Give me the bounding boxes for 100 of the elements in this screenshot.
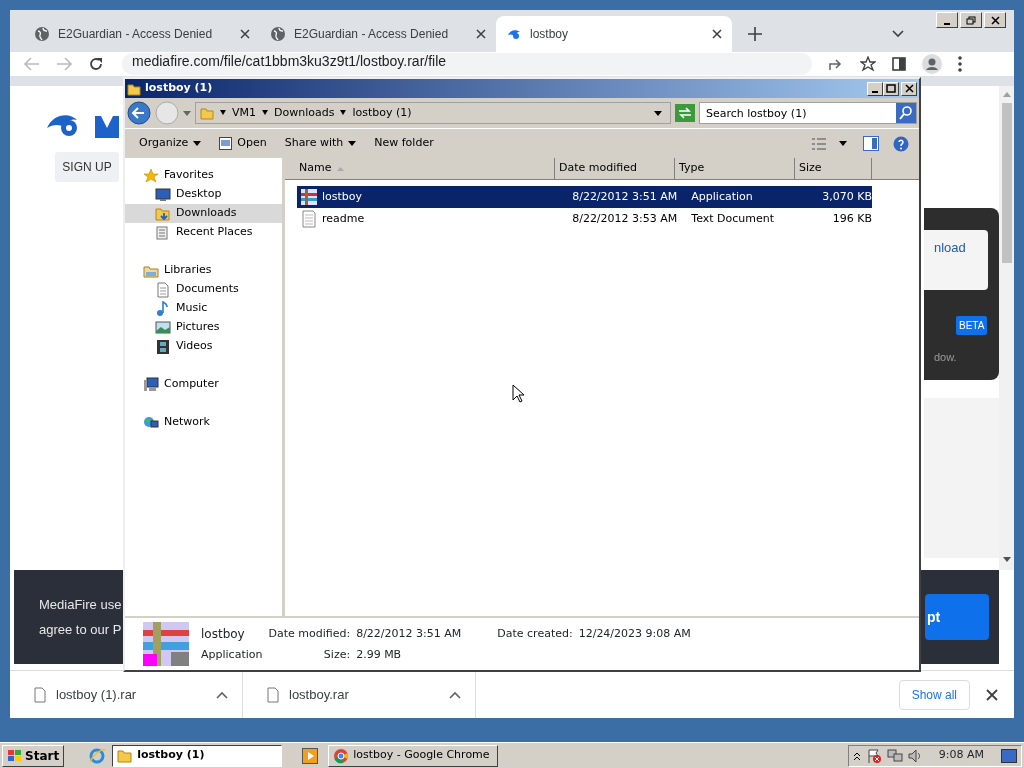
preview-pane-icon[interactable] [863, 136, 879, 151]
start-button[interactable]: Start [2, 744, 65, 767]
window-icon [219, 137, 233, 150]
nav-item[interactable]: Recent Places [125, 223, 282, 242]
command-button[interactable]: Open [211, 132, 275, 155]
tab-search-icon[interactable] [892, 30, 904, 38]
caret-icon[interactable] [340, 110, 347, 116]
clock: 9:08 AM [938, 747, 984, 764]
caret-icon[interactable] [220, 110, 226, 116]
search-icon[interactable] [896, 103, 916, 123]
window-button[interactable] [936, 12, 958, 28]
chrome-style-icon [333, 747, 350, 764]
window-button[interactable] [883, 81, 899, 96]
command-button[interactable]: Share with [276, 132, 365, 155]
window-button[interactable] [984, 12, 1006, 28]
close-icon[interactable] [986, 688, 998, 701]
column-header[interactable]: Date modified [555, 158, 675, 179]
window-button[interactable] [901, 81, 917, 96]
detail-value: 2.99 MB [356, 646, 403, 663]
back-icon[interactable] [127, 101, 151, 125]
beta-label: BETA [956, 316, 988, 335]
close-icon[interactable] [476, 29, 486, 39]
menu-icon[interactable] [958, 56, 962, 72]
nav-item[interactable]: Documents [125, 280, 282, 299]
command-button[interactable]: Organize [131, 132, 210, 155]
detail-value: 12/24/2023 9:08 AM [578, 625, 691, 642]
scrollbar[interactable] [999, 86, 1014, 570]
breadcrumb-item[interactable]: Downloads [274, 104, 335, 122]
nav-group[interactable]: Favorites [125, 166, 282, 185]
download-name: lostboy (1).rar [56, 685, 138, 704]
expand-icon[interactable] [852, 750, 861, 761]
show-all-button[interactable]: Show all [898, 679, 970, 710]
taskbar-button[interactable]: lostboy - Google Chrome [328, 744, 499, 767]
scrollbar-thumb[interactable] [1001, 103, 1012, 263]
file-row[interactable]: readme 8/22/2012 3:53 AM Text Document 196 KB [297, 208, 872, 230]
nav-group[interactable]: Libraries [125, 261, 282, 280]
close-icon[interactable] [712, 29, 722, 39]
scroll-down-icon[interactable] [1002, 557, 1011, 562]
help-icon[interactable] [893, 135, 909, 152]
caret-icon[interactable] [262, 110, 268, 116]
desktop-icon[interactable] [1001, 748, 1017, 763]
media-player-icon[interactable] [302, 747, 319, 764]
caret-icon[interactable] [839, 141, 847, 146]
new-tab-icon[interactable] [748, 27, 762, 41]
column-header[interactable]: Size [795, 158, 872, 179]
restore-icon [966, 15, 976, 25]
address-bar[interactable]: mediafire.com/file/cat1bbm3ku3z9t1/lostboy.rar/file [122, 53, 812, 75]
breadcrumb-item[interactable]: lostboy (1) [352, 104, 412, 122]
text-file-icon [300, 210, 318, 228]
download-button[interactable]: nload [924, 230, 988, 290]
reload-icon[interactable] [88, 56, 104, 72]
nav-group[interactable]: Computer [125, 375, 282, 394]
address-bar[interactable]: VM1 Downloads lostboy (1) [195, 102, 671, 124]
nav-item[interactable]: Pictures [125, 318, 282, 337]
profile-icon[interactable] [922, 54, 942, 74]
nav-item[interactable]: Music [125, 299, 282, 318]
taskbar-button[interactable]: lostboy (1) [112, 744, 283, 767]
close-icon[interactable] [240, 29, 250, 39]
url-text: mediafire.com/file/cat1bbm3ku3z9t1/lostboy.rar/file [132, 53, 447, 70]
caret-icon[interactable] [449, 690, 461, 699]
close-icon [990, 15, 1000, 25]
search-box[interactable]: Search lostboy (1) [699, 102, 917, 124]
flag-icon[interactable] [865, 747, 882, 764]
sort-icon [337, 166, 345, 171]
nav-group[interactable]: Network [125, 413, 282, 432]
accept-button[interactable]: pt [925, 594, 989, 640]
star-icon[interactable] [860, 56, 876, 72]
command-button[interactable]: New folder [366, 132, 442, 155]
minimize-icon [872, 90, 878, 93]
browser-tab[interactable]: lostboy [496, 16, 732, 52]
nav-item[interactable]: Desktop [125, 185, 282, 204]
computer-icon [143, 376, 159, 393]
star-icon [143, 167, 159, 184]
detail-label: Size: [322, 646, 351, 663]
file-row[interactable]: lostboy 8/22/2012 3:51 AM Application 3,070 KB [297, 186, 872, 208]
browser-tab[interactable]: E2Guardian - Access Denied [260, 16, 496, 52]
sign-up-button[interactable]: SIGN UP [55, 152, 119, 182]
application-icon [300, 188, 318, 206]
window-button[interactable] [867, 81, 883, 96]
nav-item[interactable]: Downloads [125, 204, 282, 223]
folder-icon [155, 205, 171, 222]
caret-icon [193, 141, 202, 146]
search-field[interactable]: Search lostboy (1) [700, 103, 896, 123]
music-note-icon [155, 300, 171, 317]
caret-icon[interactable] [216, 690, 228, 699]
caret-icon[interactable] [654, 110, 662, 116]
nav-item[interactable]: Videos [125, 337, 282, 356]
column-header[interactable]: Name [285, 158, 555, 179]
breadcrumb-item[interactable]: VM1 [232, 104, 256, 122]
browser-tab[interactable]: E2Guardian - Access Denied [24, 16, 260, 52]
window-button[interactable] [960, 12, 982, 28]
file-name: lostboy [201, 625, 246, 643]
mouse-cursor-icon [512, 384, 524, 403]
network-icon[interactable] [886, 747, 903, 764]
share-icon[interactable] [828, 57, 844, 71]
column-header[interactable]: Type [675, 158, 795, 179]
volume-icon[interactable] [907, 748, 922, 763]
file-icon [267, 686, 279, 703]
side-panel-icon[interactable] [892, 57, 906, 71]
refresh-icon[interactable] [675, 104, 695, 122]
